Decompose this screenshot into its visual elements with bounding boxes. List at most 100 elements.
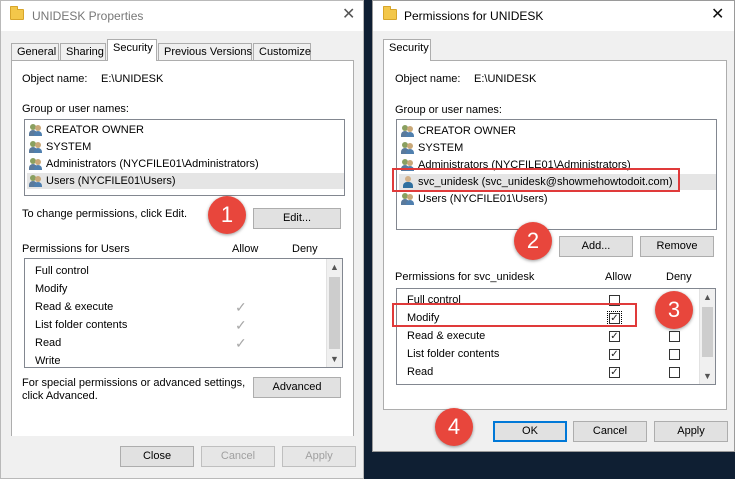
left-window-title: UNIDESK Properties [32,9,144,23]
user-group-icon [29,158,43,170]
user-group-icon [401,142,415,154]
step-3-callout: 3 [655,291,693,329]
object-name-value: E:\UNIDESK [474,73,537,85]
user-group-icon [29,141,43,153]
cancel-button[interactable]: Cancel [201,446,275,467]
allow-read-execute-checkbox[interactable]: ✓ [609,331,620,342]
tab-security[interactable]: Security [383,39,431,61]
special-permissions-text: For special permissions or advanced sett… [22,377,246,389]
allow-check-icon: ✓ [235,317,247,333]
apply-button[interactable]: Apply [282,446,356,467]
step-2-callout: 2 [514,222,552,260]
deny-read-execute-checkbox[interactable] [669,331,680,342]
tab-sharing[interactable]: Sharing [60,43,106,61]
deny-column-header: Deny [292,243,318,255]
modify-row-highlight [392,303,637,327]
folder-icon [10,6,24,20]
tab-previous-versions[interactable]: Previous Versions [158,43,252,61]
left-close-icon[interactable]: ✕ [342,5,355,25]
permissions-dialog: Permissions for UNIDESK ✕ Security Objec… [372,0,735,452]
object-name-value: E:\UNIDESK [101,73,164,85]
allow-list-folder-checkbox[interactable]: ✓ [609,349,620,360]
change-permissions-text: To change permissions, click Edit. [22,208,188,220]
remove-button[interactable]: Remove [640,236,714,257]
user-group-icon [401,193,415,205]
allow-column-header: Allow [605,271,632,283]
tab-general[interactable]: General [11,43,59,61]
user-group-icon [401,125,415,137]
unidesk-properties-dialog: UNIDESK Properties ✕ General Sharing Sec… [0,0,364,479]
list-item[interactable]: Users (NYCFILE01\Users) [401,191,548,207]
allow-check-icon: ✓ [235,299,247,315]
left-permissions-list[interactable]: Full control Modify Read & execute List … [24,258,343,368]
right-security-panel: Object name: E:\UNIDESK Group or user na… [383,60,727,410]
permission-row: Read [407,366,434,378]
group-or-user-names-label: Group or user names: [22,103,129,115]
user-name: SYSTEM [46,141,92,153]
permission-row: Read & execute [35,301,114,313]
allow-read-checkbox[interactable]: ✓ [609,367,620,378]
left-title-bar[interactable]: UNIDESK Properties ✕ [1,1,363,31]
scroll-thumb[interactable] [329,277,340,349]
close-button[interactable]: Close [120,446,194,467]
ok-button[interactable]: OK [493,421,567,442]
scroll-down-icon[interactable]: ▼ [327,351,342,367]
permission-row: Modify [35,283,68,295]
permissions-for-label: Permissions for svc_unidesk [395,271,535,283]
cancel-button[interactable]: Cancel [573,421,647,442]
user-name: SYSTEM [418,142,464,154]
list-item-selected[interactable]: Users (NYCFILE01\Users) [27,173,344,189]
user-name: CREATOR OWNER [418,125,516,137]
svc-unidesk-highlight [392,168,680,192]
left-permissions-scrollbar[interactable]: ▲ ▼ [326,259,342,367]
apply-button[interactable]: Apply [654,421,728,442]
list-item[interactable]: SYSTEM [401,140,463,156]
right-close-icon[interactable]: ✕ [711,5,724,25]
scroll-up-icon[interactable]: ▲ [327,259,342,275]
permission-row: Write [35,355,61,367]
allow-check-icon: ✓ [235,335,247,351]
object-name-label: Object name: [395,73,461,85]
right-window-title: Permissions for UNIDESK [404,9,544,23]
left-users-list[interactable]: CREATOR OWNER SYSTEM Administrators (NYC… [24,119,345,196]
permission-row: List folder contents [407,348,500,360]
permission-row: List folder contents [35,319,128,331]
scroll-down-icon[interactable]: ▼ [700,368,715,384]
user-group-icon [29,124,43,136]
advanced-button[interactable]: Advanced [253,377,341,398]
step-4-callout: 4 [435,408,473,446]
special-permissions-text-2: click Advanced. [22,390,98,402]
deny-list-folder-checkbox[interactable] [669,349,680,360]
tab-customize[interactable]: Customize [253,43,311,61]
list-item[interactable]: CREATOR OWNER [29,122,144,138]
user-name: Users (NYCFILE01\Users) [46,175,176,187]
permissions-for-label: Permissions for Users [22,243,130,255]
right-title-bar[interactable]: Permissions for UNIDESK ✕ [373,1,734,31]
deny-read-checkbox[interactable] [669,367,680,378]
list-item[interactable]: Administrators (NYCFILE01\Administrators… [29,156,259,172]
scroll-thumb[interactable] [702,307,713,357]
user-name: Users (NYCFILE01\Users) [418,193,548,205]
add-button[interactable]: Add... [559,236,633,257]
permission-row: Read [35,337,62,349]
list-item[interactable]: CREATOR OWNER [401,123,516,139]
permission-row: Full control [35,265,89,277]
step-1-callout: 1 [208,196,246,234]
user-name: CREATOR OWNER [46,124,144,136]
allow-write-checkbox[interactable] [609,384,620,385]
permission-row: Read & execute [407,330,486,342]
allow-column-header: Allow [232,243,259,255]
object-name-label: Object name: [22,73,88,85]
deny-column-header: Deny [666,271,692,283]
deny-write-checkbox[interactable] [669,384,680,385]
user-group-icon [29,175,43,187]
left-security-panel: Object name: E:\UNIDESK Group or user na… [11,60,354,439]
left-button-bar: Close Cancel Apply [1,436,363,478]
tab-security[interactable]: Security [107,39,157,61]
group-or-user-names-label: Group or user names: [395,104,502,116]
right-permissions-scrollbar[interactable]: ▲ ▼ [699,289,715,384]
edit-button[interactable]: Edit... [253,208,341,229]
list-item[interactable]: SYSTEM [29,139,91,155]
scroll-up-icon[interactable]: ▲ [700,289,715,305]
user-name: Administrators (NYCFILE01\Administrators… [46,158,259,170]
